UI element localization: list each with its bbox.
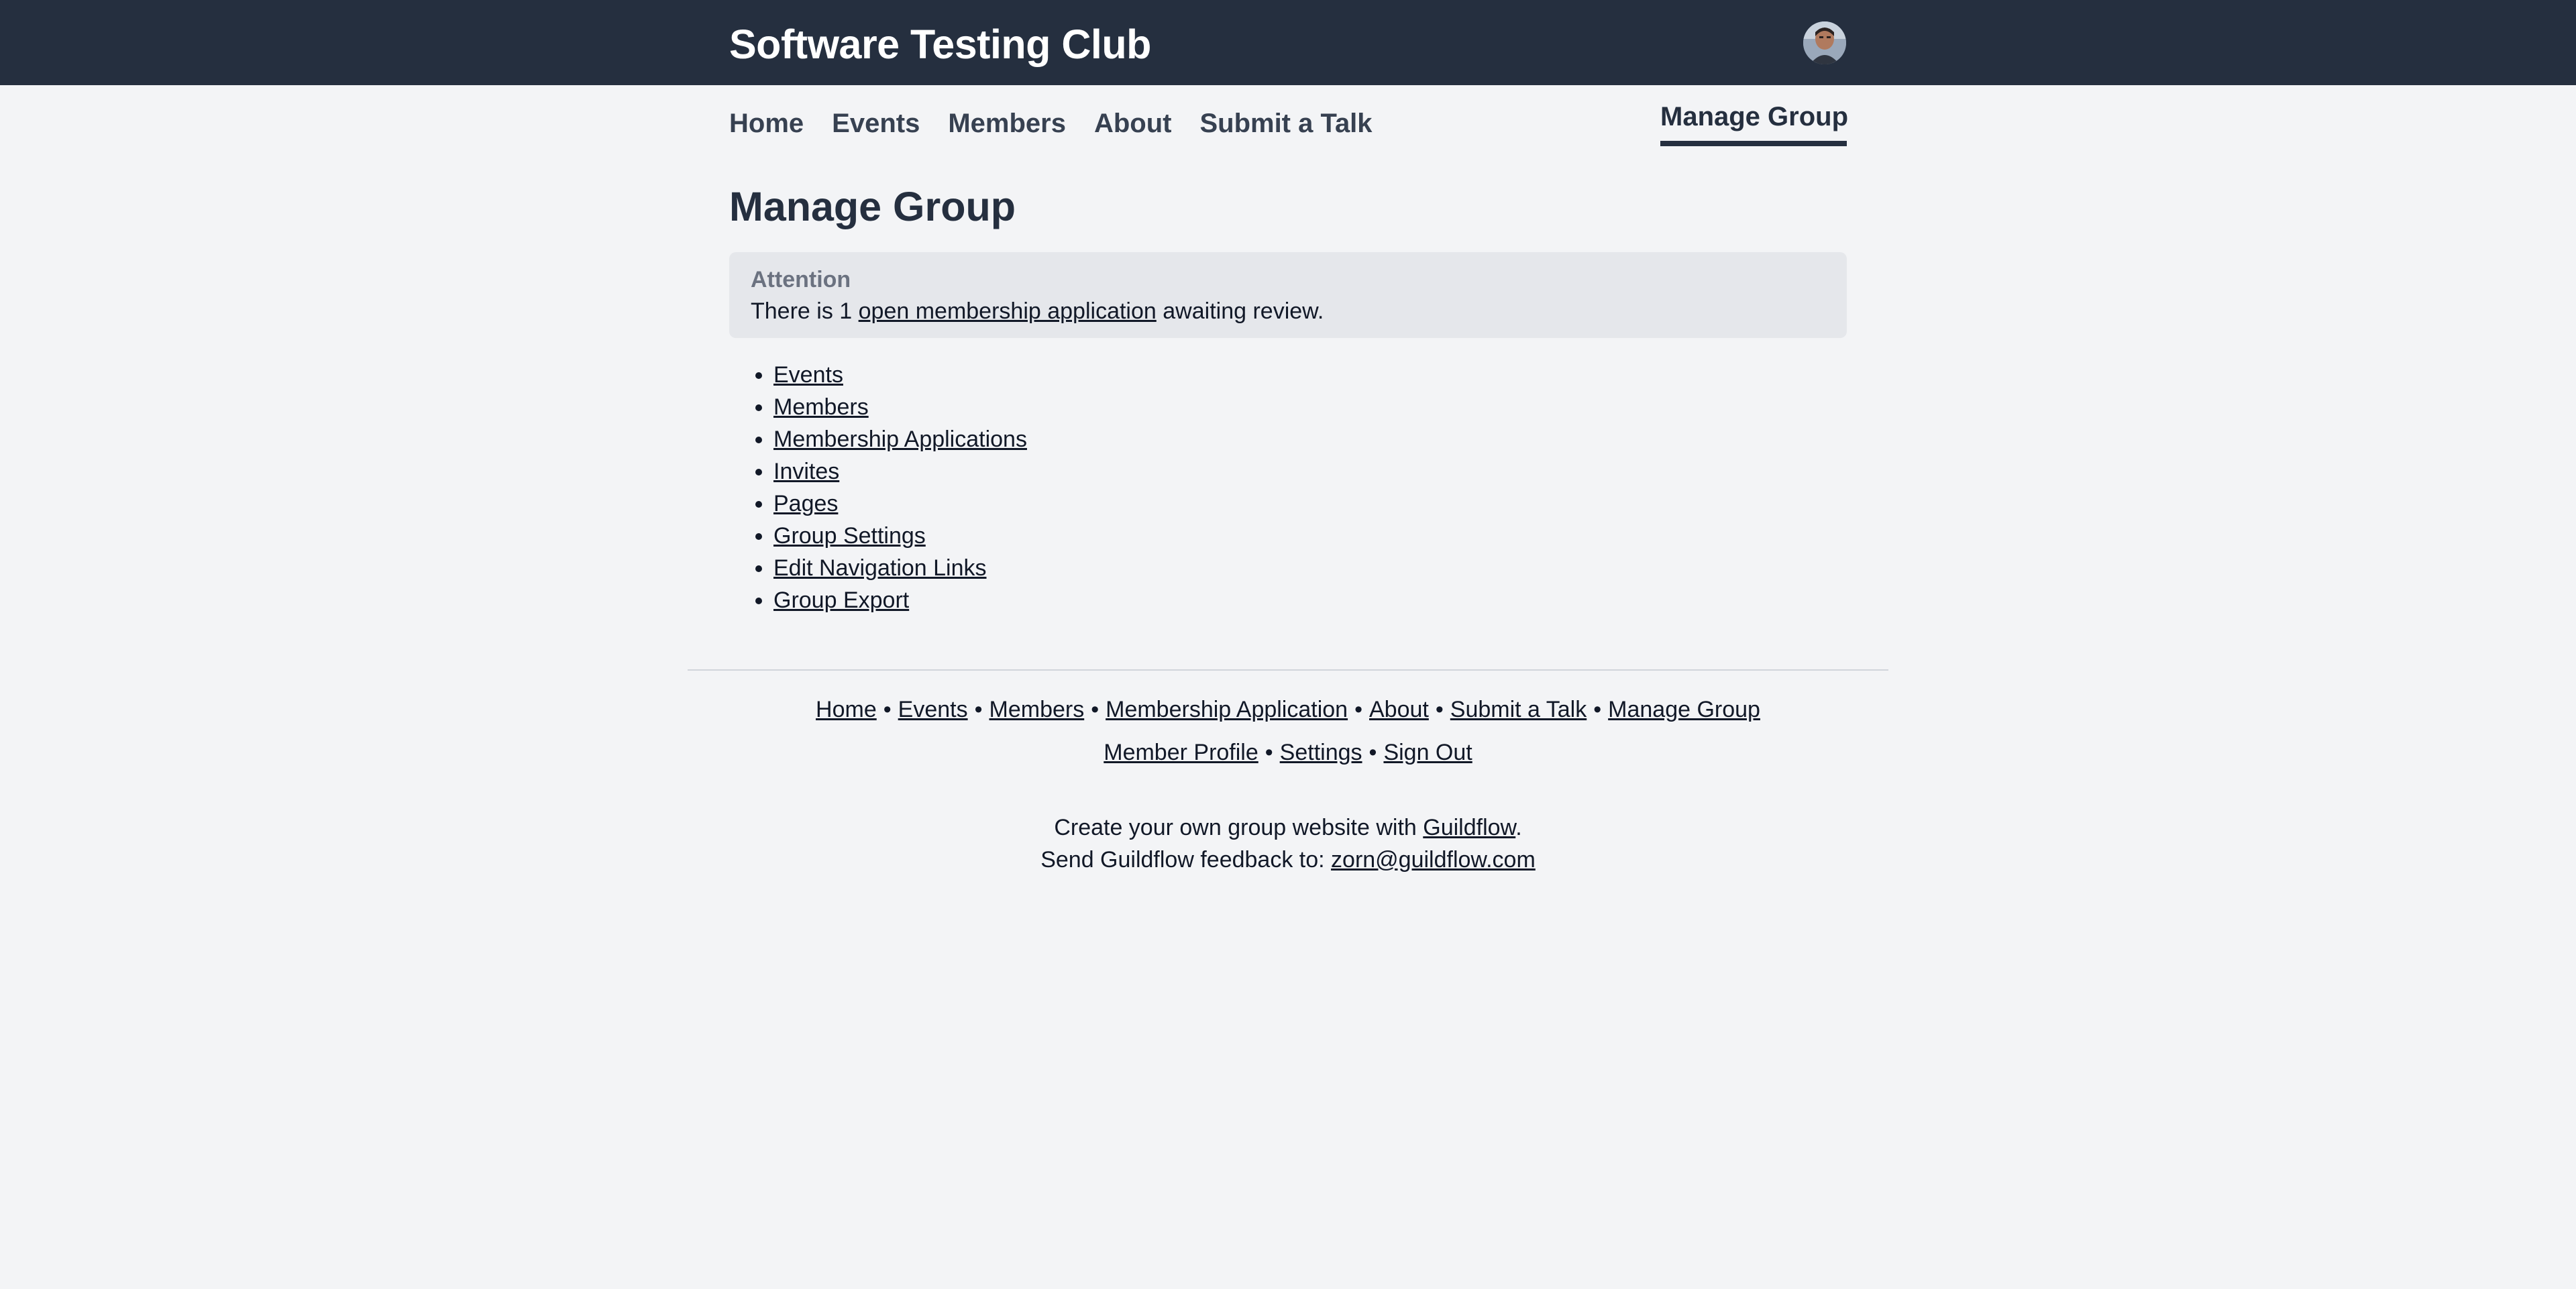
list-item: Pages xyxy=(773,488,1027,520)
footer-link-settings[interactable]: Settings xyxy=(1280,740,1362,765)
guildflow-link[interactable]: Guildflow xyxy=(1423,815,1515,840)
footer-create-label: Create your own group website with xyxy=(1054,815,1417,840)
nav-events[interactable]: Events xyxy=(832,105,920,145)
footer-link-manage-group[interactable]: Manage Group xyxy=(1608,697,1760,722)
attention-alert: Attention There is 1 open membership app… xyxy=(729,252,1847,338)
nav-submit-talk[interactable]: Submit a Talk xyxy=(1199,105,1372,145)
footer-link-members[interactable]: Members xyxy=(989,697,1085,722)
footer-link-home[interactable]: Home xyxy=(816,697,877,722)
admin-link-pages[interactable]: Pages xyxy=(773,491,838,516)
footer-link-member-profile[interactable]: Member Profile xyxy=(1104,740,1258,765)
footer-separator: • xyxy=(1593,697,1602,722)
list-item: Group Export xyxy=(773,584,1027,616)
admin-link-membership-applications[interactable]: Membership Applications xyxy=(773,427,1027,452)
footer-link-sign-out[interactable]: Sign Out xyxy=(1383,740,1472,765)
footer-feedback-text: Send Guildflow feedback to: zorn@guildfl… xyxy=(0,844,2576,876)
list-item: Invites xyxy=(773,455,1027,488)
top-header-bar: Software Testing Club xyxy=(0,0,2576,85)
footer-separator: • xyxy=(1265,740,1273,765)
nav-manage-group-active[interactable]: Manage Group xyxy=(1660,99,1848,146)
footer-separator: • xyxy=(1368,740,1377,765)
footer-links-primary: Home • Events • Members • Membership Applicati… xyxy=(0,693,2576,726)
alert-title: Attention xyxy=(751,267,851,292)
list-item: Members xyxy=(773,391,1027,423)
feedback-email-link[interactable]: zorn@guildflow.com xyxy=(1331,847,1536,873)
admin-links-list: Events Members Membership Applications I… xyxy=(729,359,1027,616)
admin-link-members[interactable]: Members xyxy=(773,394,869,420)
footer-separator: • xyxy=(883,697,892,722)
main-nav: Home Events Members About Submit a Talk xyxy=(729,105,1373,145)
admin-link-edit-navigation-links[interactable]: Edit Navigation Links xyxy=(773,555,987,581)
footer-separator: • xyxy=(1354,697,1362,722)
footer-link-membership-application[interactable]: Membership Application xyxy=(1106,697,1348,722)
footer-create-end: . xyxy=(1515,815,1522,840)
footer-link-events[interactable]: Events xyxy=(898,697,968,722)
admin-link-group-settings[interactable]: Group Settings xyxy=(773,523,926,549)
page-title: Manage Group xyxy=(729,184,1016,229)
list-item: Events xyxy=(773,359,1027,391)
list-item: Membership Applications xyxy=(773,423,1027,455)
footer-link-about[interactable]: About xyxy=(1369,697,1429,722)
nav-home[interactable]: Home xyxy=(729,105,804,145)
alert-body: There is 1 open membership application a… xyxy=(751,295,1825,327)
list-item: Group Settings xyxy=(773,520,1027,552)
nav-members[interactable]: Members xyxy=(948,105,1066,145)
user-avatar-icon[interactable] xyxy=(1803,21,1846,64)
footer-link-submit-talk[interactable]: Submit a Talk xyxy=(1450,697,1587,722)
admin-link-events[interactable]: Events xyxy=(773,362,843,388)
footer-separator: • xyxy=(974,697,983,722)
footer-separator: • xyxy=(1091,697,1099,722)
footer-separator: • xyxy=(1435,697,1444,722)
list-item: Edit Navigation Links xyxy=(773,552,1027,584)
site-title[interactable]: Software Testing Club xyxy=(729,19,1151,70)
nav-about[interactable]: About xyxy=(1094,105,1172,145)
footer-links-account: Member Profile • Settings • Sign Out xyxy=(0,736,2576,769)
admin-link-group-export[interactable]: Group Export xyxy=(773,587,909,613)
alert-text-before: There is 1 xyxy=(751,298,853,324)
admin-link-invites[interactable]: Invites xyxy=(773,459,839,484)
footer-feedback-label: Send Guildflow feedback to: xyxy=(1040,847,1325,873)
open-membership-application-link[interactable]: open membership application xyxy=(859,298,1157,324)
alert-text-after: awaiting review. xyxy=(1163,298,1324,324)
footer-create-text: Create your own group website with Guild… xyxy=(0,811,2576,844)
footer-divider xyxy=(688,669,1888,671)
